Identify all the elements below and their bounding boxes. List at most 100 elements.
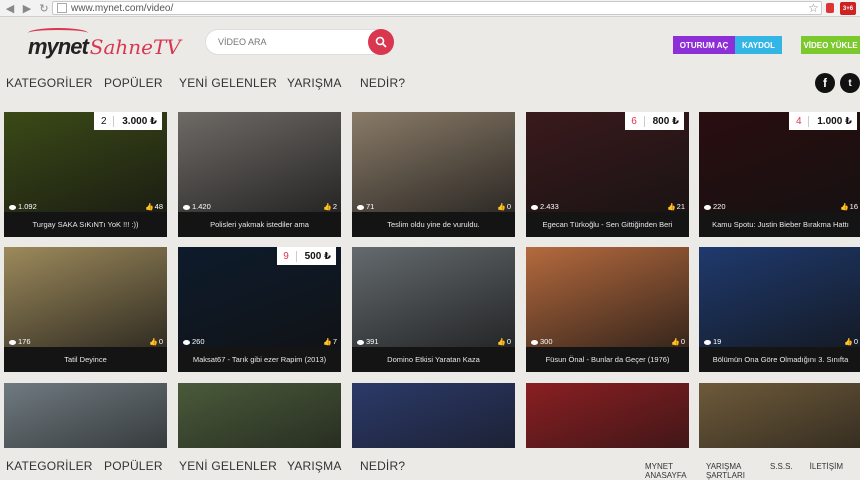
footer-link-terms[interactable]: YARIŞMA ŞARTLARI — [706, 462, 753, 480]
footer-nav-new[interactable]: YENİ GELENLER — [179, 459, 287, 475]
forward-icon[interactable]: ▶ — [20, 1, 34, 15]
nav-what-is[interactable]: NEDİR? — [360, 76, 420, 92]
footer-nav-popular[interactable]: POPÜLER — [104, 459, 179, 475]
video-thumbnail[interactable] — [4, 247, 167, 347]
contest-rank: 9 — [277, 250, 297, 262]
eye-icon — [9, 339, 16, 345]
video-tile[interactable] — [352, 383, 515, 448]
video-title[interactable]: Bölümün Ona Göre Olmadığını 3. Sınıfta — [699, 347, 860, 372]
video-thumbnail[interactable] — [699, 383, 860, 448]
video-title[interactable]: Teslim oldu yine de vuruldu. — [352, 212, 515, 237]
back-icon[interactable]: ◀ — [3, 1, 17, 15]
sahnetv-logo[interactable]: mynet SahneTV — [28, 28, 181, 64]
twitter-icon[interactable]: t — [840, 73, 860, 93]
upload-video-button[interactable]: VİDEO YÜKLE — [801, 36, 860, 54]
like-count-value: 7 — [332, 337, 337, 346]
thumbs-up-icon: 👍 — [844, 339, 853, 346]
video-thumbnail[interactable] — [4, 383, 167, 448]
reload-icon[interactable]: ↻ — [37, 1, 51, 15]
video-title[interactable]: Tatil Deyince — [4, 347, 167, 372]
search-icon — [375, 36, 387, 48]
video-tile[interactable]: 1.420 👍2 Polisleri yakmak istediler ama — [178, 112, 341, 237]
video-thumbnail[interactable] — [526, 247, 689, 347]
thumbs-up-icon: 👍 — [144, 204, 154, 211]
extension-icon[interactable] — [826, 3, 834, 13]
video-tile[interactable]: 220 👍16 Kamu Spotu: Justin Bieber Bırakma … — [699, 112, 860, 237]
contest-rank: 2 — [94, 115, 115, 127]
video-tile[interactable]: 2.433 👍21 Egecan Türkoğlu - Sen Gittiğinde… — [526, 112, 689, 237]
video-thumbnail[interactable] — [178, 383, 341, 448]
video-thumbnail[interactable] — [178, 112, 341, 212]
video-thumbnail[interactable] — [352, 247, 515, 347]
video-tile[interactable]: 391 👍0 Domino Etkisi Yaratan Kaza — [352, 247, 515, 372]
video-title[interactable]: Egecan Türkoğlu - Sen Gittiğinden Beri — [526, 212, 689, 237]
like-count: 👍48 — [145, 202, 163, 211]
eye-icon — [531, 204, 538, 210]
extension-badge-icon[interactable]: 3+6 — [840, 2, 856, 15]
footer-nav-contest[interactable]: YARIŞMA — [287, 459, 360, 475]
view-count-value: 220 — [713, 202, 726, 211]
video-tile[interactable] — [178, 383, 341, 448]
footer-link-contact[interactable]: İLETİŞİM — [810, 462, 843, 480]
video-tile[interactable]: 1.092 👍48 Turgay SAKA SıKıNTı YoK !!! :)) 2… — [4, 112, 167, 237]
view-count: 71 — [357, 202, 374, 211]
address-bar[interactable]: www.mynet.com/video/ — [52, 1, 822, 15]
video-title[interactable]: Kamu Spotu: Justin Bieber Bırakma Hattı — [699, 212, 860, 237]
login-button[interactable]: OTURUM AÇ — [673, 36, 735, 54]
thumbs-up-icon: 👍 — [323, 339, 332, 346]
nav-popular[interactable]: POPÜLER — [104, 76, 179, 92]
video-tile[interactable]: 260 👍7 Maksat67 - Tarık gibi ezer Rapim (2… — [178, 247, 341, 372]
nav-new[interactable]: YENİ GELENLER — [179, 76, 287, 92]
like-count-value: 2 — [332, 202, 337, 211]
view-count-value: 19 — [713, 337, 722, 346]
video-tile[interactable] — [699, 383, 860, 448]
footer-link-home[interactable]: MYNET ANASAYFA — [645, 462, 689, 480]
eye-icon — [531, 339, 538, 345]
video-title[interactable]: Turgay SAKA SıKıNTı YoK !!! :)) — [4, 212, 167, 237]
facebook-icon[interactable]: f — [815, 73, 835, 93]
video-tile[interactable] — [4, 383, 167, 448]
video-tile[interactable]: 300 👍0 Füsun Önal - Bunlar da Geçer (1976) — [526, 247, 689, 372]
view-count-value: 391 — [366, 337, 379, 346]
footer-link-faq[interactable]: S.S.S. — [770, 462, 793, 480]
video-title[interactable]: Polisleri yakmak istediler ama — [178, 212, 341, 237]
video-thumbnail[interactable] — [699, 247, 860, 347]
footer-links: MYNET ANASAYFA YARIŞMA ŞARTLARI S.S.S. İ… — [645, 462, 860, 480]
video-tile[interactable]: 176 👍0 Tatil Deyince — [4, 247, 167, 372]
view-count-value: 176 — [18, 337, 31, 346]
search-button[interactable] — [368, 29, 394, 55]
video-tile[interactable]: 19 👍0 Bölümün Ona Göre Olmadığını 3. Sınıf… — [699, 247, 860, 372]
view-count: 1.420 — [183, 202, 211, 211]
like-count: 👍0 — [149, 337, 163, 346]
view-count: 391 — [357, 337, 379, 346]
video-title[interactable]: Domino Etkisi Yaratan Kaza — [352, 347, 515, 372]
video-title[interactable]: Maksat67 - Tarık gibi ezer Rapim (2013) — [178, 347, 341, 372]
footer-nav-categories[interactable]: KATEGORİLER — [6, 459, 104, 475]
contest-badge: 9 500 ₺ — [276, 247, 336, 265]
footer-nav: KATEGORİLER POPÜLER YENİ GELENLER YARIŞM… — [6, 459, 420, 475]
bookmark-star-icon[interactable]: ☆ — [808, 1, 819, 15]
like-count-value: 0 — [506, 202, 511, 211]
view-count-value: 260 — [192, 337, 205, 346]
eye-icon — [9, 204, 16, 210]
eye-icon — [357, 339, 364, 345]
nav-contest[interactable]: YARIŞMA — [287, 76, 360, 92]
nav-categories[interactable]: KATEGORİLER — [6, 76, 104, 92]
video-tile[interactable]: 71 👍0 Teslim oldu yine de vuruldu. — [352, 112, 515, 237]
like-count: 👍7 — [323, 337, 337, 346]
video-thumbnail[interactable] — [352, 112, 515, 212]
video-search-input[interactable] — [218, 30, 368, 54]
view-count: 220 — [704, 202, 726, 211]
like-count: 👍2 — [323, 202, 337, 211]
register-button[interactable]: KAYDOL — [735, 36, 782, 54]
thumbs-up-icon: 👍 — [671, 339, 680, 346]
video-title[interactable]: Füsun Önal - Bunlar da Geçer (1976) — [526, 347, 689, 372]
footer-nav-what-is[interactable]: NEDİR? — [360, 459, 420, 475]
view-count-value: 1.420 — [192, 202, 211, 211]
thumbs-up-icon: 👍 — [497, 204, 506, 211]
video-tile[interactable] — [526, 383, 689, 448]
contest-votes: 3.000 ₺ — [122, 115, 157, 127]
video-thumbnail[interactable] — [352, 383, 515, 448]
contest-badge: 2 3.000 ₺ — [94, 112, 162, 130]
video-thumbnail[interactable] — [526, 383, 689, 448]
